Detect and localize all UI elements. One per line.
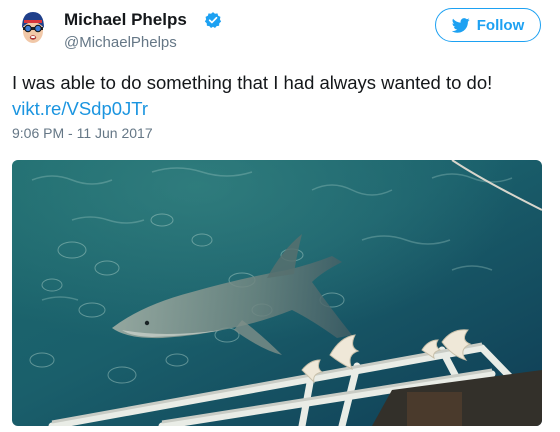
verified-badge-icon — [204, 11, 222, 29]
tweet-timestamp[interactable]: 9:06 PM - 11 Jun 2017 — [12, 125, 153, 141]
follow-button[interactable]: Follow — [435, 8, 541, 42]
tweet-media-photo[interactable] — [12, 160, 542, 426]
bird-icon — [451, 17, 470, 33]
tweet-text: I was able to do something that I had al… — [12, 72, 493, 93]
author-display-name[interactable]: Michael Phelps — [64, 10, 187, 30]
tweet-card: Michael Phelps @MichaelPhelps Follow I w… — [0, 0, 560, 432]
follow-button-label: Follow — [476, 16, 525, 34]
avatar[interactable] — [12, 6, 54, 48]
tweet-link[interactable]: vikt.re/VSdp0JTr — [12, 96, 148, 122]
author-handle[interactable]: @MichaelPhelps — [64, 34, 177, 51]
avatar-swimmer-icon — [12, 6, 54, 48]
shark-photo — [12, 160, 542, 426]
